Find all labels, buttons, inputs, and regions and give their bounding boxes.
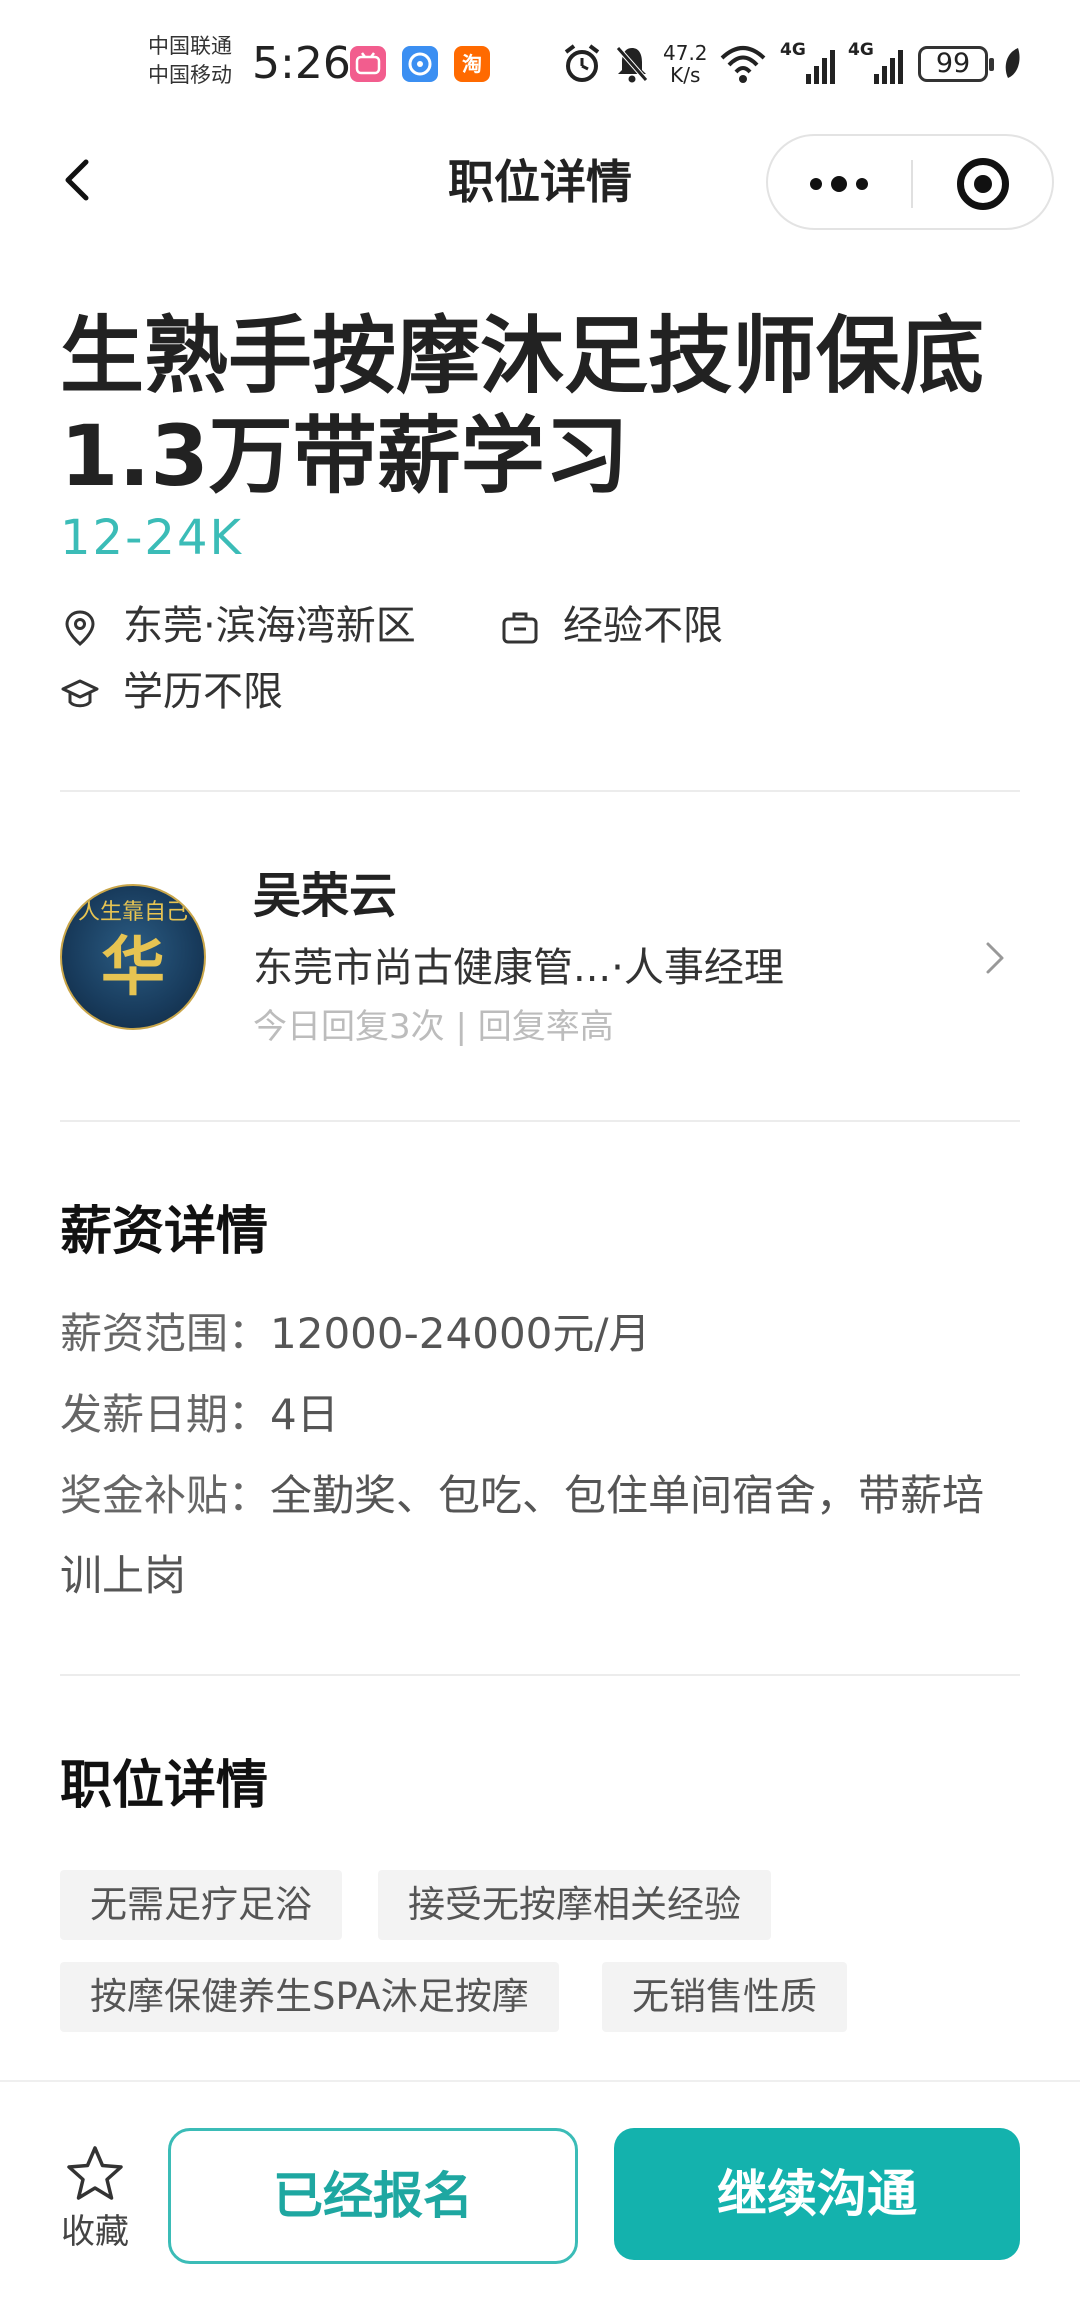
position-tag: 无需足疗足浴 <box>60 1870 342 1940</box>
salary-range-value: 12000-24000元/月 <box>270 1309 651 1358</box>
position-tag: 接受无按摩相关经验 <box>378 1870 771 1940</box>
signal-1: 4G <box>780 40 840 88</box>
bottom-action-bar: 收藏 已经报名 继续沟通 <box>0 2080 1080 2310</box>
position-tag: 无销售性质 <box>602 1962 847 2032</box>
more-dot-icon <box>856 178 868 190</box>
leaf-icon <box>1005 48 1020 78</box>
alarm-icon <box>564 44 600 82</box>
favorite-label: 收藏 <box>61 2212 129 2252</box>
close-miniprogram-button[interactable] <box>913 136 1054 228</box>
assistant-icon <box>402 46 438 82</box>
status-bar: 中国联通 中国移动 5:26 淘 47.2 K/s 4G 4G 99 <box>0 0 1080 126</box>
continue-chat-button[interactable]: 继续沟通 <box>614 2128 1020 2260</box>
experience-text: 经验不限 <box>563 603 723 649</box>
salary-section-title: 薪资详情 <box>60 1202 269 1262</box>
salary-range-row: 薪资范围：12000-24000元/月 <box>60 1294 1020 1374</box>
bonus-label: 奖金补贴： <box>60 1471 271 1520</box>
recruiter-reply-stats: 今日回复3次 | 回复率高 <box>253 1007 614 1047</box>
status-time: 5:26 <box>252 38 351 89</box>
more-dot-icon <box>831 176 847 192</box>
divider <box>60 1120 1020 1122</box>
chevron-right-icon[interactable] <box>980 936 1010 980</box>
job-experience: 经验不限 <box>500 598 800 654</box>
payday-row: 发薪日期：4日 <box>60 1375 1020 1455</box>
net-speed-unit: K/s <box>670 63 701 87</box>
applied-button[interactable]: 已经报名 <box>168 2128 578 2264</box>
carrier-info: 中国联通 中国移动 <box>148 32 232 90</box>
miniprogram-capsule <box>766 134 1054 230</box>
carrier-1: 中国联通 <box>148 34 232 58</box>
avatar[interactable]: 人生靠自己 华 <box>60 884 206 1030</box>
taobao-icon: 淘 <box>454 46 490 82</box>
education-text: 学历不限 <box>123 669 283 715</box>
star-icon <box>67 2146 123 2200</box>
position-section-title: 职位详情 <box>60 1756 269 1816</box>
location-text: 东莞·滨海湾新区 <box>123 603 416 649</box>
job-salary: 12-24K <box>60 510 243 566</box>
payday-value: 4日 <box>270 1390 339 1439</box>
recruiter-company-role[interactable]: 东莞市尚古健康管...·人事经理 <box>253 940 784 996</box>
briefcase-icon <box>502 612 538 644</box>
more-button[interactable] <box>768 136 911 228</box>
signal-bars-icon <box>806 50 835 84</box>
net-speed-value: 47.2 <box>663 41 708 65</box>
payday-label: 发薪日期： <box>60 1390 271 1439</box>
battery-indicator: 99 <box>918 46 994 82</box>
job-title: 生熟手按摩沐足技师保底1.3万带薪学习 <box>60 307 985 505</box>
divider <box>60 1674 1020 1676</box>
wifi-icon <box>720 46 766 83</box>
recruiter-name[interactable]: 吴荣云 <box>253 866 397 926</box>
position-tag: 按摩保健养生SPA沐足按摩 <box>60 1962 559 2032</box>
salary-range-label: 薪资范围： <box>60 1309 271 1358</box>
signal-bars-icon <box>874 50 903 84</box>
target-circle-icon <box>957 158 1009 210</box>
job-education: 学历不限 <box>60 664 360 720</box>
favorite-button[interactable]: 收藏 <box>40 2142 150 2262</box>
location-pin-icon <box>65 610 95 646</box>
bonus-row: 奖金补贴：全勤奖、包吃、包住单间宿舍，带薪培训上岗 <box>60 1456 1020 1616</box>
divider <box>60 790 1020 792</box>
job-location: 东莞·滨海湾新区 <box>60 598 480 654</box>
bilibili-icon <box>350 46 386 82</box>
mute-bell-icon <box>616 46 648 83</box>
more-dot-icon <box>810 178 822 190</box>
avatar-glyph: 华 <box>101 930 165 1005</box>
net-speed: 47.2 K/s <box>663 42 708 86</box>
nav-bar: 职位详情 <box>0 126 1080 238</box>
graduation-cap-icon <box>61 679 99 708</box>
carrier-2: 中国移动 <box>148 63 232 87</box>
signal-2: 4G <box>848 40 908 88</box>
